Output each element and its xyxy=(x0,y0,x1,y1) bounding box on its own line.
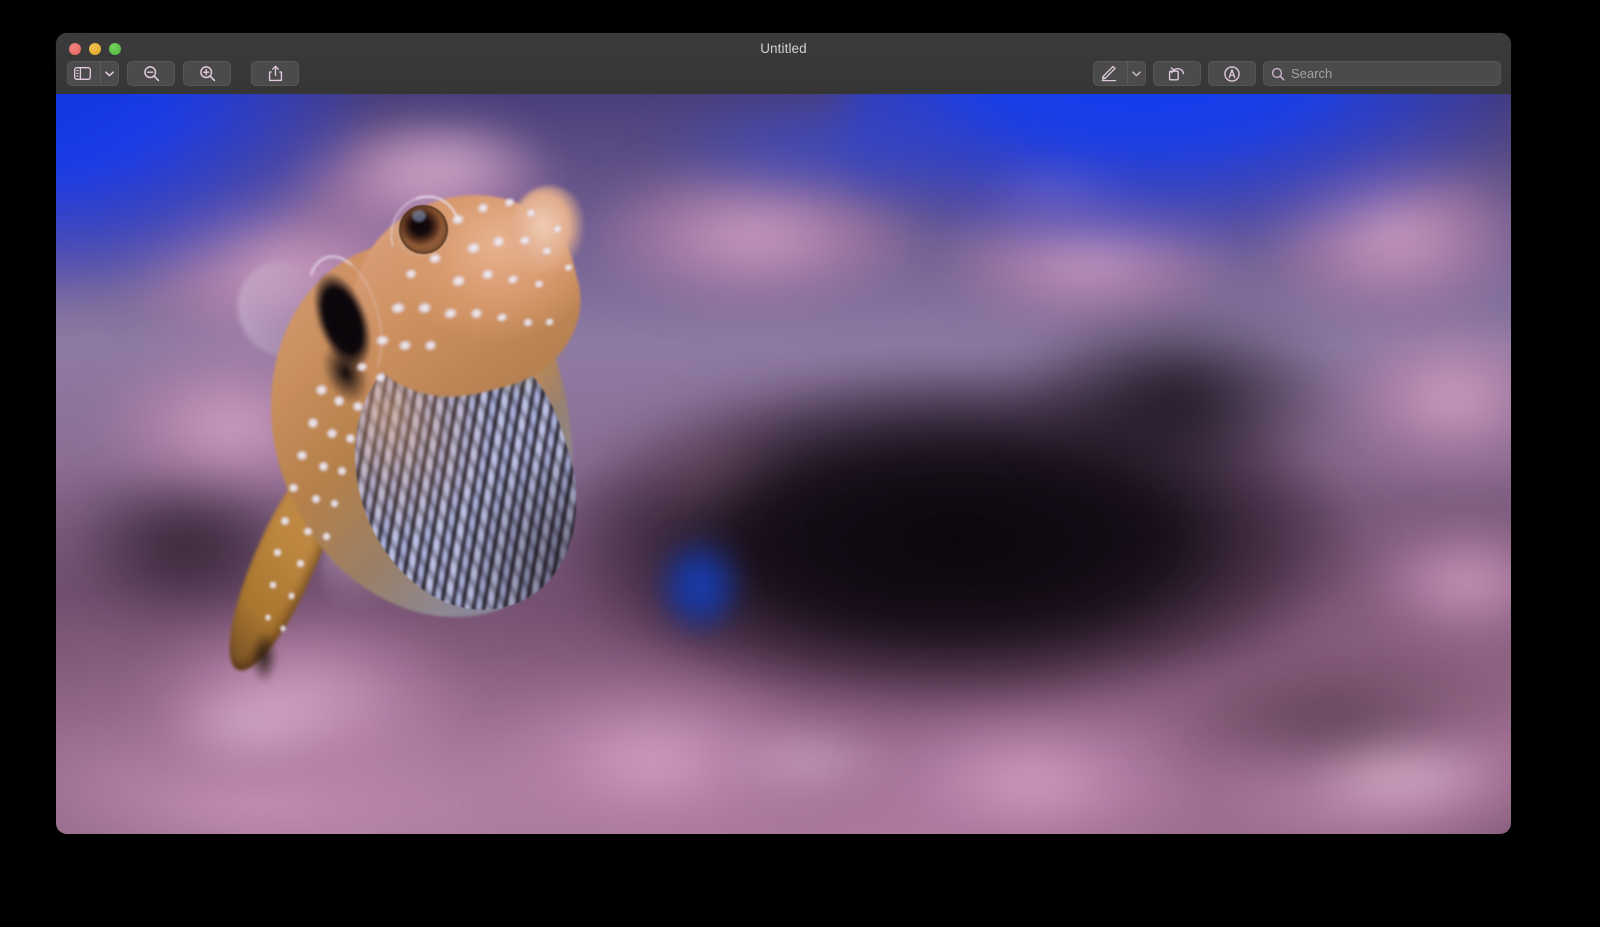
chevron-down-icon[interactable] xyxy=(1127,62,1145,85)
search-icon xyxy=(1271,67,1285,81)
coral-highlight xyxy=(143,671,347,775)
image-canvas[interactable] xyxy=(56,94,1511,834)
cave-shadow xyxy=(958,286,1395,508)
minimize-button[interactable] xyxy=(89,43,101,55)
chevron-down-icon[interactable] xyxy=(100,62,118,85)
search-input[interactable]: Search xyxy=(1291,66,1332,81)
share-button[interactable] xyxy=(251,61,299,86)
zoom-out-icon xyxy=(143,65,160,82)
share-icon xyxy=(268,65,283,82)
window-titlebar: Untitled xyxy=(56,33,1511,95)
pufferfish-photo xyxy=(56,94,1511,834)
rotate-button[interactable] xyxy=(1153,61,1201,86)
sidebar-toggle[interactable] xyxy=(67,61,119,86)
toolbar-right-group: Search xyxy=(1093,61,1501,86)
rotate-left-icon xyxy=(1168,65,1186,82)
toolbar-left-group xyxy=(67,61,299,86)
window-title: Untitled xyxy=(56,41,1511,56)
window-controls xyxy=(69,43,121,55)
fish-spot xyxy=(321,531,332,542)
preview-window: Untitled xyxy=(56,33,1511,834)
fish-spot xyxy=(294,558,305,569)
coral-highlight xyxy=(696,716,929,805)
search-field[interactable]: Search xyxy=(1263,61,1501,86)
zoom-out-button[interactable] xyxy=(127,61,175,86)
zoom-in-button[interactable] xyxy=(183,61,231,86)
markup-button[interactable] xyxy=(1093,61,1146,86)
annotate-button[interactable] xyxy=(1208,61,1256,86)
close-button[interactable] xyxy=(69,43,81,55)
zoom-in-icon xyxy=(199,65,216,82)
annotate-icon xyxy=(1223,65,1241,83)
fish-spot xyxy=(310,492,323,504)
sidebar-icon xyxy=(68,62,97,85)
fish-spot xyxy=(287,482,300,495)
maximize-button[interactable] xyxy=(109,43,121,55)
markup-pen-icon xyxy=(1094,62,1124,85)
desktop-background: Untitled xyxy=(0,0,1600,927)
fish-spot xyxy=(294,449,308,463)
blue-water-patch xyxy=(645,523,754,649)
pufferfish xyxy=(238,153,616,701)
